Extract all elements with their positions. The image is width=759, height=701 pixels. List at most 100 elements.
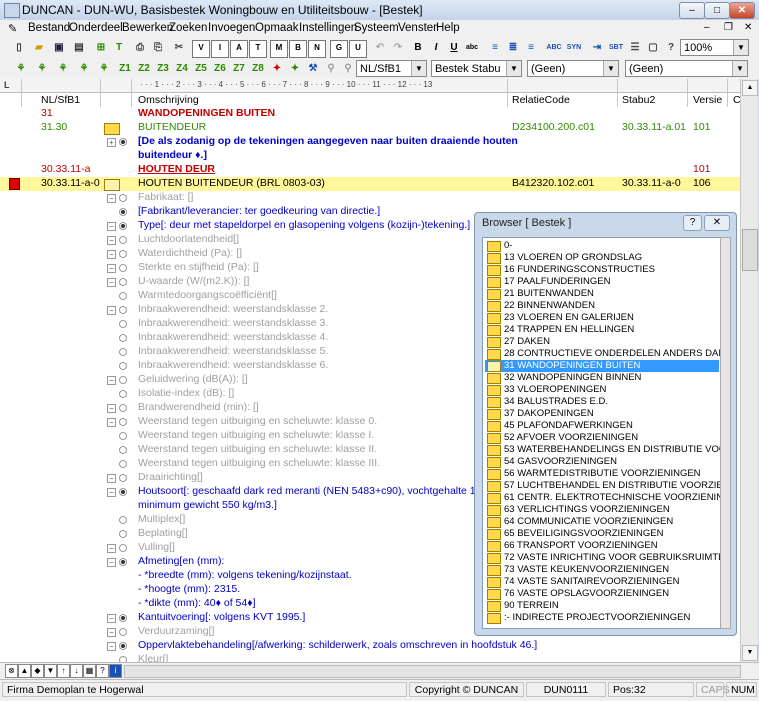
chapter-item-54[interactable]: 54 GASVOORZIENINGEN bbox=[485, 456, 719, 468]
chapter-item-74[interactable]: 74 VASTE SANITAIREVOORZIENINGEN bbox=[485, 576, 719, 588]
print-icon[interactable]: ⎙ bbox=[131, 39, 149, 57]
menu-opmaak[interactable]: Opmaak bbox=[253, 21, 300, 36]
menu-help[interactable]: Help bbox=[434, 21, 462, 36]
radio-icon[interactable] bbox=[119, 432, 127, 440]
chapter-item-76[interactable]: 76 VASTE OPSLAGVOORZIENINGEN bbox=[485, 588, 719, 600]
radio-icon[interactable] bbox=[119, 250, 127, 258]
chapter-item-24[interactable]: 24 TRAPPEN EN HELLINGEN bbox=[485, 324, 719, 336]
z5-button[interactable]: Z5 bbox=[192, 60, 210, 78]
chapter-item-23[interactable]: 23 VLOEREN EN GALERIJEN bbox=[485, 312, 719, 324]
print-preview-icon[interactable]: ⎘ bbox=[149, 39, 167, 57]
col-header-versie[interactable]: Versie bbox=[693, 94, 722, 106]
chapter-item-73[interactable]: 73 VASTE KEUKENVOORZIENINGEN bbox=[485, 564, 719, 576]
collapse-icon[interactable]: − bbox=[107, 278, 116, 287]
chapter-item-16[interactable]: 16 FUNDERINGSCONSTRUCTIES bbox=[485, 264, 719, 276]
z4-button[interactable]: Z4 bbox=[173, 60, 191, 78]
collapse-icon[interactable]: − bbox=[107, 474, 116, 483]
collapse-icon[interactable]: − bbox=[107, 194, 116, 203]
chapter-item-31-selected[interactable]: 31 WANDOPENINGEN BUITEN bbox=[485, 360, 719, 372]
collapse-icon[interactable]: − bbox=[107, 376, 116, 385]
undo-icon[interactable]: ↶ bbox=[371, 39, 389, 57]
radio-icon[interactable] bbox=[119, 474, 127, 482]
chapter-item-57[interactable]: 57 LUCHTBEHANDEL EN DISTRIBUTIE VOORZIEN… bbox=[485, 480, 721, 492]
radio-icon[interactable] bbox=[119, 306, 127, 314]
link-icon[interactable]: ⚲ bbox=[339, 60, 357, 78]
list-item[interactable]: − Oppervlaktebehandeling[/afwerking: schi… bbox=[0, 639, 740, 653]
document-icon[interactable]: ✎ bbox=[8, 22, 17, 35]
radio-icon[interactable] bbox=[119, 278, 127, 286]
radio-icon[interactable] bbox=[119, 376, 127, 384]
col-header-description[interactable]: Omschrijving bbox=[138, 94, 199, 106]
open-icon[interactable]: ▰ bbox=[30, 39, 48, 57]
tab-stop-icon[interactable]: L bbox=[4, 80, 10, 90]
collapse-icon[interactable]: − bbox=[107, 614, 116, 623]
menu-onderdeel[interactable]: Onderdeel bbox=[67, 21, 125, 36]
collapse-icon[interactable]: − bbox=[107, 642, 116, 651]
z6-button[interactable]: Z6 bbox=[211, 60, 229, 78]
chapter-item-33[interactable]: 33 VLOEROPENINGEN bbox=[485, 384, 719, 396]
help-icon[interactable]: ? bbox=[96, 664, 109, 678]
stabu-select[interactable]: Bestek Stabu ▼ bbox=[431, 60, 522, 77]
collapse-icon[interactable]: − bbox=[107, 488, 116, 497]
chapter-item-37[interactable]: 37 DAKOPENINGEN bbox=[485, 408, 719, 420]
vertical-scrollbar[interactable]: ▲ ▼ bbox=[740, 79, 758, 662]
col-header-code[interactable]: NL/SfB1 bbox=[41, 94, 80, 106]
collapse-icon[interactable]: − bbox=[107, 628, 116, 637]
radio-icon[interactable] bbox=[119, 236, 127, 244]
zoom-select[interactable]: 100% ▼ bbox=[680, 39, 749, 56]
first-record-icon[interactable]: ▲ bbox=[18, 664, 31, 678]
cut-icon[interactable]: ✂ bbox=[170, 39, 188, 57]
tree-green-icon[interactable]: ⊞ bbox=[92, 39, 110, 57]
new-icon[interactable]: ▯ bbox=[10, 39, 28, 57]
chevron-down-icon[interactable]: ▼ bbox=[733, 40, 748, 55]
filter1-select[interactable]: (Geen) ▼ bbox=[527, 60, 619, 77]
chapter-item-64[interactable]: 64 COMMUNICATIE VOORZIENINGEN bbox=[485, 516, 719, 528]
radio-icon[interactable] bbox=[119, 614, 127, 622]
radio-icon[interactable] bbox=[119, 362, 127, 370]
chapter-item-72[interactable]: 72 VASTE INRICHTING VOOR GEBRUIKSRUIMTEN bbox=[485, 552, 721, 564]
radio-icon[interactable] bbox=[119, 194, 127, 202]
tree-filter-icon[interactable]: ⚘ bbox=[95, 60, 113, 78]
chapter-item-45[interactable]: 45 PLAFONDAFWERKINGEN bbox=[485, 420, 719, 432]
pin-green-icon[interactable]: ✦ bbox=[286, 60, 304, 78]
help-doc-icon[interactable]: ? bbox=[662, 39, 680, 57]
radio-icon[interactable] bbox=[119, 418, 127, 426]
chapter-item-21[interactable]: 21 BUITENWANDEN bbox=[485, 288, 719, 300]
close-record-icon[interactable]: ⊗ bbox=[5, 664, 18, 678]
menu-bestand[interactable]: Bestand bbox=[26, 21, 72, 36]
menu-zoeken[interactable]: Zoeken bbox=[167, 21, 209, 36]
collapse-icon[interactable]: − bbox=[107, 250, 116, 259]
close-button[interactable]: ✕ bbox=[729, 2, 755, 19]
collapse-icon[interactable]: − bbox=[107, 306, 116, 315]
tree-level-icon[interactable]: ⚘ bbox=[54, 60, 72, 78]
radio-icon[interactable] bbox=[119, 292, 127, 300]
chapter-item-61[interactable]: 61 CENTR. ELEKTROTECHNISCHE VOORZIENINGE… bbox=[485, 492, 721, 504]
chapter-item-28[interactable]: 28 CONTRUCTIEVE ONDERDELEN ANDERS DAN 21… bbox=[485, 348, 721, 360]
align-left-icon[interactable]: ≡ bbox=[486, 39, 504, 57]
radio-icon[interactable] bbox=[119, 138, 127, 146]
scroll-down-icon[interactable]: ▼ bbox=[742, 645, 758, 661]
synonyms-icon[interactable]: SYN bbox=[565, 39, 583, 57]
chevron-down-icon[interactable]: ▼ bbox=[732, 61, 747, 76]
radio-icon[interactable] bbox=[119, 530, 127, 538]
chapter-item-0[interactable]: 0- bbox=[485, 240, 719, 252]
table-row[interactable]: 31 WANDOPENINGEN BUITEN bbox=[0, 107, 740, 121]
scroll-thumb[interactable] bbox=[742, 229, 758, 271]
save-icon[interactable]: ▣ bbox=[50, 39, 68, 57]
chapter-item-53[interactable]: 53 WATERBEHANDELINGS EN DISTRIBUTIE VOOR… bbox=[485, 444, 721, 456]
chapter-item-32[interactable]: 32 WANDOPENINGEN BINNEN bbox=[485, 372, 719, 384]
bold-icon[interactable]: B bbox=[409, 39, 427, 57]
z7-button[interactable]: Z7 bbox=[230, 60, 248, 78]
radio-icon[interactable] bbox=[119, 516, 127, 524]
z2-button[interactable]: Z2 bbox=[135, 60, 153, 78]
collapse-icon[interactable]: − bbox=[107, 222, 116, 231]
collapse-icon[interactable]: − bbox=[107, 418, 116, 427]
radio-icon[interactable] bbox=[119, 222, 127, 230]
browser-close-button[interactable]: ✕ bbox=[704, 215, 730, 231]
menu-instellingen[interactable]: Instellingen bbox=[297, 21, 359, 36]
doc-minimize-icon[interactable]: – bbox=[704, 22, 710, 33]
info-icon[interactable]: i bbox=[109, 664, 122, 678]
browser-panel[interactable]: Browser [ Bestek ] ? ✕ 0- 13 VLOEREN OP … bbox=[474, 212, 737, 636]
sbt-icon[interactable]: SBT bbox=[607, 39, 625, 57]
underline-icon[interactable]: U bbox=[445, 39, 463, 57]
